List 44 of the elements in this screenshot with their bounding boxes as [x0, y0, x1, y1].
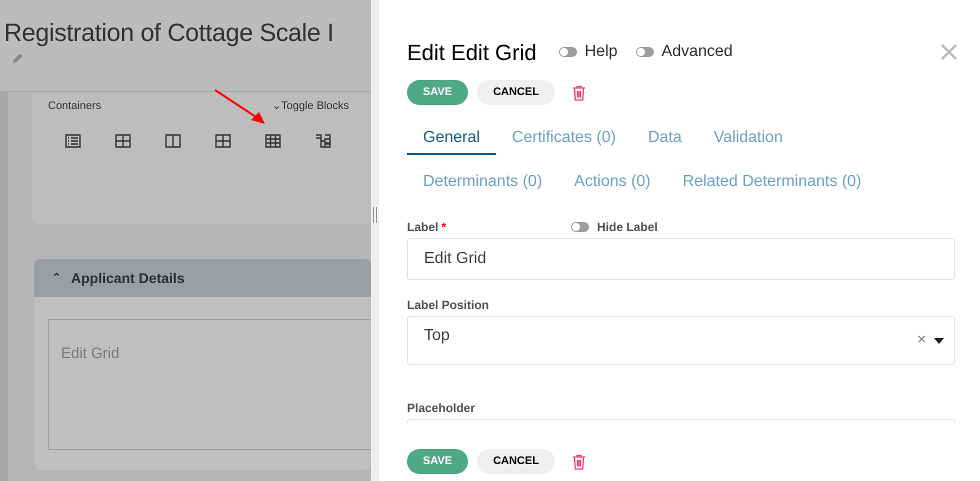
- toggle-label: Advanced: [662, 42, 733, 62]
- field-label: Label: [407, 220, 438, 236]
- columns-icon[interactable]: [165, 134, 181, 148]
- field-label: Placeholder: [407, 400, 476, 417]
- tree-icon[interactable]: [315, 134, 331, 148]
- toggle-switch[interactable]: [571, 222, 590, 232]
- section-header[interactable]: ⌃ Applicant Details: [34, 259, 371, 297]
- toggle-blocks-link[interactable]: ⌄Toggle Blocks: [272, 98, 355, 114]
- tab[interactable]: Actions (0): [558, 167, 667, 199]
- grid-icon[interactable]: [215, 134, 231, 148]
- toggle-switch[interactable]: [636, 47, 654, 57]
- save-button[interactable]: SAVE: [407, 449, 468, 474]
- component-label: Edit Grid: [61, 345, 120, 362]
- list-icon[interactable]: [65, 134, 81, 148]
- tab[interactable]: Certificates (0): [496, 123, 632, 155]
- toggle-switch[interactable]: [558, 47, 577, 57]
- toolbox-label: Containers: [48, 99, 102, 114]
- cancel-button[interactable]: CANCEL: [477, 80, 555, 105]
- field-value: Edit Grid: [424, 249, 486, 269]
- tab[interactable]: Related Determinants (0): [666, 167, 878, 199]
- save-button[interactable]: SAVE: [407, 80, 468, 105]
- cancel-button[interactable]: CANCEL: [477, 449, 555, 474]
- dropdown-caret-icon[interactable]: [934, 338, 944, 344]
- text-field[interactable]: Edit Grid: [407, 238, 955, 280]
- dialog-title: Edit Edit Grid: [407, 38, 537, 66]
- clear-icon[interactable]: ×: [917, 329, 926, 352]
- tab[interactable]: Data: [632, 123, 698, 155]
- tab[interactable]: Validation: [698, 123, 799, 155]
- tab[interactable]: Determinants (0): [407, 167, 558, 199]
- table-icon[interactable]: [265, 134, 281, 148]
- collapse-icon[interactable]: ⌃: [52, 270, 61, 286]
- page-title: Registration of Cottage Scale I: [4, 18, 334, 49]
- tab[interactable]: General: [407, 123, 496, 155]
- select-field[interactable]: Top ×: [407, 316, 955, 365]
- toggle-label: Hide Label: [597, 220, 658, 236]
- field-label: Label Position: [407, 297, 490, 314]
- trash-icon[interactable]: [572, 84, 586, 100]
- required-mark: *: [441, 220, 446, 236]
- resize-handle[interactable]: [373, 206, 377, 222]
- toggle-label: Help: [584, 42, 618, 62]
- trash-icon[interactable]: [572, 454, 586, 470]
- field-value: Top: [424, 326, 450, 346]
- grid-icon[interactable]: [115, 134, 131, 148]
- section-title: Applicant Details: [71, 268, 185, 288]
